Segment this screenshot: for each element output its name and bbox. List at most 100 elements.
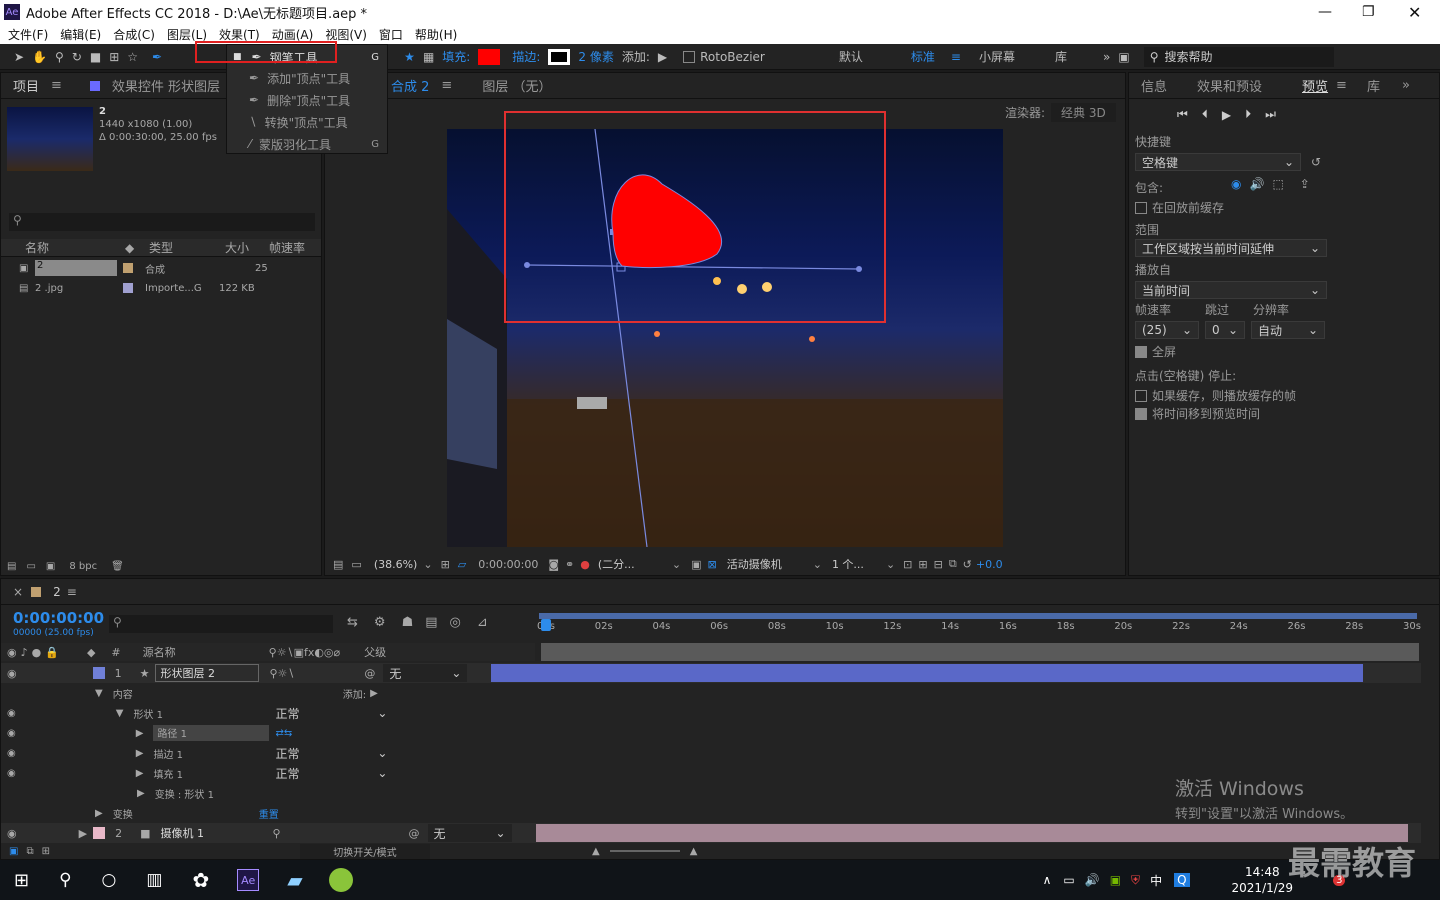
parent-select-camera[interactable]: 无 ⌄: [427, 824, 512, 842]
menu-view[interactable]: 视图(V): [325, 26, 367, 43]
panel-more-icon[interactable]: »: [1402, 78, 1410, 93]
project-search-input[interactable]: ⚲: [9, 213, 315, 231]
layer-row-shape[interactable]: ◉ 1 ★ 形状图层 2 ⚲☼∖ @ 无 ⌄: [1, 663, 1421, 683]
comp-menu-icon[interactable]: ≡: [441, 78, 452, 93]
menu-composition[interactable]: 合成(C): [113, 26, 155, 43]
always-preview-icon[interactable]: ▤: [333, 558, 343, 571]
tab-layer[interactable]: 图层 （无）: [482, 76, 551, 95]
prop-path[interactable]: ◉ ▶ 路径 1 ⇄⇆: [1, 723, 1421, 743]
menu-layer[interactable]: 图层(L): [167, 26, 207, 43]
toggle-icon-b[interactable]: ⊞: [918, 558, 927, 571]
work-area-bar[interactable]: [539, 613, 1417, 619]
help-search[interactable]: ⚲ 搜索帮助: [1143, 46, 1334, 67]
project-row[interactable]: ▤ 2 .jpg Importe...G 122 KB: [1, 279, 321, 297]
reset-shortcut-icon[interactable]: ↺: [1311, 155, 1321, 169]
visibility-eye-icon[interactable]: ◉: [7, 708, 16, 719]
clock[interactable]: 14:48 2021/1/29: [1232, 864, 1294, 896]
fill-swatch[interactable]: [478, 48, 501, 65]
windows-start-icon[interactable]: ⊞: [14, 870, 29, 891]
parent-select-shape[interactable]: 无 ⌄: [383, 664, 468, 682]
reset-exposure-icon[interactable]: ↺: [963, 558, 972, 571]
network-icon[interactable]: ▭: [1063, 873, 1074, 887]
views-chevron-icon[interactable]: ⌄: [886, 558, 895, 571]
tab-library[interactable]: 库: [1367, 76, 1380, 95]
fit-icon[interactable]: ⊞: [441, 558, 450, 571]
ae-taskbar-icon[interactable]: Ae: [237, 869, 260, 891]
preview-menu-icon[interactable]: ≡: [1336, 78, 1347, 93]
timeline-timecode[interactable]: 0:00:00:00: [13, 609, 104, 627]
resolution-chevron-icon[interactable]: ⌄: [672, 558, 681, 571]
new-comp-icon[interactable]: ▣: [46, 561, 55, 572]
close-tab-icon[interactable]: ×: [13, 585, 23, 599]
menu-edit[interactable]: 编辑(E): [60, 26, 101, 43]
prop-content[interactable]: ▼ 内容 添加: ▶: [1, 683, 1421, 703]
menu-help[interactable]: 帮助(H): [415, 26, 457, 43]
workspace-more-icon[interactable]: »: [1103, 50, 1110, 64]
timeline-search-input[interactable]: ⚲: [109, 615, 333, 633]
cortana-icon[interactable]: ○: [102, 870, 117, 890]
camera-select[interactable]: 活动摄像机: [727, 556, 813, 572]
pinwheel-app-icon[interactable]: ✿: [192, 868, 209, 892]
visibility-eye-icon[interactable]: ◉: [7, 827, 17, 840]
overlay-include-icon[interactable]: ⬚: [1272, 177, 1283, 191]
cache-checkbox[interactable]: [1135, 201, 1147, 214]
add-play-icon[interactable]: ▶: [658, 50, 667, 64]
add-icon[interactable]: ▶: [370, 688, 378, 699]
menu-animation[interactable]: 动画(A): [272, 26, 314, 43]
nvidia-icon[interactable]: ▣: [1110, 873, 1121, 887]
layer-bar-shape[interactable]: [491, 664, 1364, 682]
timeline-menu-icon[interactable]: ≡: [67, 585, 77, 599]
visibility-eye-icon[interactable]: ◉: [7, 667, 17, 680]
minimize-icon[interactable]: —: [1318, 4, 1332, 20]
zoom-slider[interactable]: [609, 850, 680, 852]
graph-editor-icon[interactable]: ⊿: [477, 615, 488, 630]
sync-icon[interactable]: ▣: [1118, 50, 1129, 64]
pen-menu-item-mask-feather[interactable]: ⁄ 蒙版羽化工具 G: [227, 133, 387, 155]
shortcut-select[interactable]: 空格键 ⌄: [1135, 153, 1301, 171]
security-icon[interactable]: ⛨: [1131, 873, 1140, 888]
fps-select[interactable]: (25) ⌄: [1135, 321, 1199, 339]
monitor-icon[interactable]: ▭: [351, 558, 361, 571]
bpc-label[interactable]: 8 bpc: [69, 561, 97, 572]
layer-name-shape[interactable]: 形状图层 2: [155, 664, 260, 682]
maximize-icon[interactable]: ❐: [1362, 4, 1375, 20]
pen-menu-item-add-vertex[interactable]: ✒ 添加"顶点"工具: [227, 67, 387, 89]
pen-menu-item-delete-vertex[interactable]: ✒ 删除"顶点"工具: [227, 89, 387, 111]
frame-blend-icon[interactable]: ▤: [425, 615, 437, 630]
next-frame-icon[interactable]: ⏵: [1245, 107, 1251, 122]
rotobezier-checkbox[interactable]: [683, 50, 696, 63]
interpret-icon[interactable]: ▤: [7, 561, 16, 572]
pan-behind-tool-icon[interactable]: ⊞: [109, 50, 119, 64]
star-snap-icon[interactable]: ★: [404, 50, 415, 64]
layer-bar-camera[interactable]: [535, 824, 1408, 842]
resolution-select-preview[interactable]: 自动 ⌄: [1251, 321, 1325, 339]
parent-pickwhip-icon[interactable]: @: [364, 667, 375, 680]
tab-effects-presets[interactable]: 效果和预设: [1197, 76, 1262, 95]
region-icon[interactable]: ▣: [691, 558, 701, 571]
tab-project[interactable]: 项目: [13, 76, 39, 95]
pen-menu-item-convert-vertex[interactable]: ∖ 转换"顶点"工具: [227, 111, 387, 133]
export-icon[interactable]: ⇪: [1300, 177, 1310, 191]
workspace-standard[interactable]: 标准: [911, 48, 935, 65]
first-frame-icon[interactable]: ⏮: [1177, 107, 1188, 122]
prop-shape[interactable]: ◉ ▼ 形状 1 正常 ⌄: [1, 703, 1421, 723]
source-name-header[interactable]: 源名称: [143, 644, 269, 660]
video-include-icon[interactable]: ◉: [1231, 177, 1241, 191]
channel-icon[interactable]: ●: [580, 558, 590, 571]
menu-file[interactable]: 文件(F): [8, 26, 48, 43]
folder-icon[interactable]: ▭: [26, 561, 35, 572]
skip-select[interactable]: 0 ⌄: [1205, 321, 1245, 339]
tab-composition[interactable]: 合成 2: [391, 76, 429, 95]
comp-mini-flow-icon[interactable]: ⇆: [347, 615, 358, 630]
exposure-value[interactable]: +0.0: [976, 558, 1003, 571]
prop-stroke[interactable]: ◉ ▶ 描边 1 正常 ⌄: [1, 743, 1421, 763]
reset-link[interactable]: 重置: [259, 806, 279, 821]
toggle-icon-c[interactable]: ⊟: [934, 558, 943, 571]
zoom-in-icon[interactable]: ▲: [690, 846, 698, 857]
transparency-grid-icon[interactable]: ⊠: [708, 558, 717, 571]
move-time-checkbox[interactable]: [1135, 407, 1147, 420]
workspace-menu-icon[interactable]: ≡: [951, 50, 961, 64]
tab-preview[interactable]: 预览: [1302, 76, 1328, 95]
selection-tool-icon[interactable]: ➤: [14, 50, 24, 64]
layer-switches-icon[interactable]: ▣: [9, 846, 18, 857]
